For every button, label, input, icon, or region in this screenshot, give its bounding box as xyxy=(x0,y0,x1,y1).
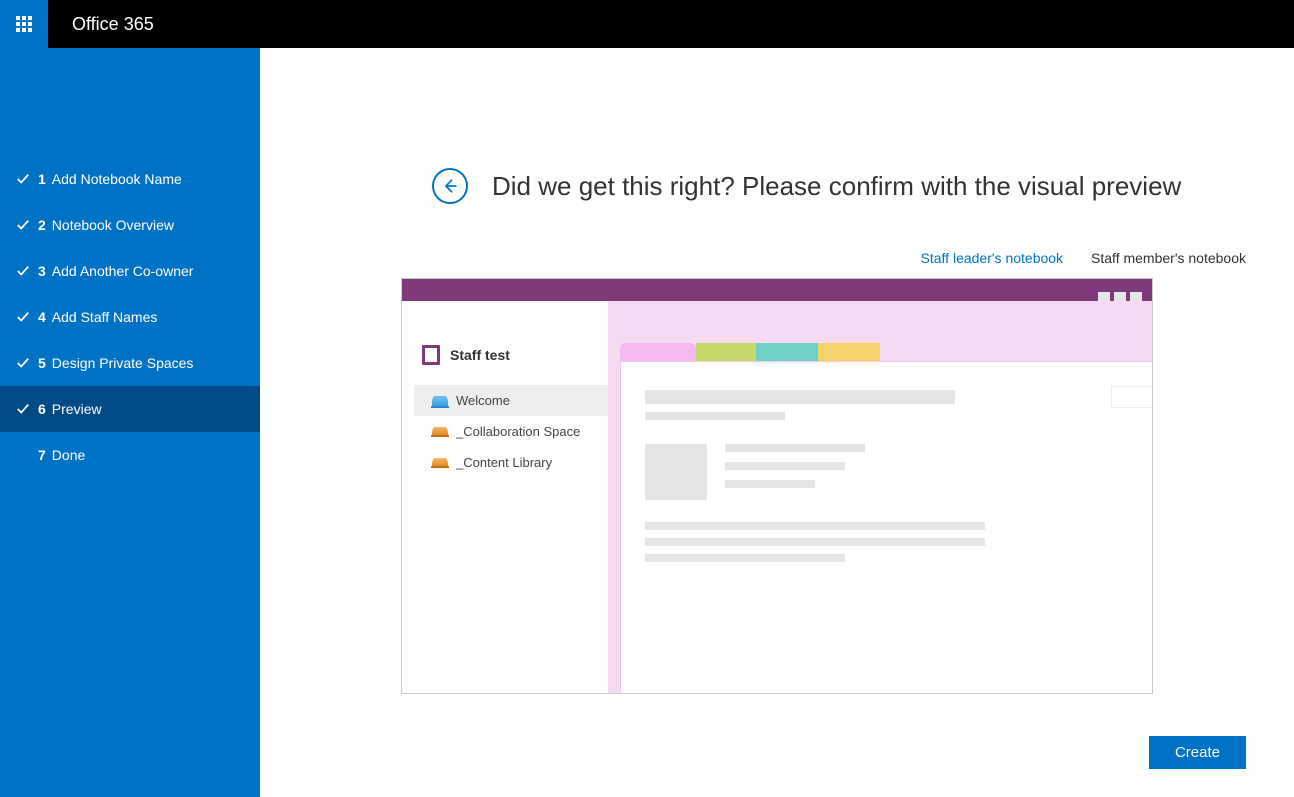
step-label: Design Private Spaces xyxy=(52,355,194,371)
tab-staff-member[interactable]: Staff member's notebook xyxy=(1091,250,1246,266)
step-label: Add Notebook Name xyxy=(52,171,182,187)
page-heading: Did we get this right? Please confirm wi… xyxy=(492,171,1181,202)
main-content: Did we get this right? Please confirm wi… xyxy=(260,48,1294,797)
notebook-preview: Staff test Welcome _Collaboration Space xyxy=(401,278,1153,694)
notebook-page-preview xyxy=(608,301,1152,693)
section-label: _Content Library xyxy=(456,455,552,470)
check-icon xyxy=(14,400,32,418)
preview-tabs: Staff leader's notebook Staff member's n… xyxy=(308,250,1246,266)
placeholder-image xyxy=(645,444,707,500)
wizard-sidebar: 1 Add Notebook Name 2 Notebook Overview … xyxy=(0,48,260,797)
folder-tab-icon xyxy=(818,343,880,361)
section-label: Welcome xyxy=(456,393,510,408)
section-icon xyxy=(432,427,448,437)
app-launcher-button[interactable] xyxy=(0,0,48,48)
step-done[interactable]: 7 Done xyxy=(0,432,260,478)
folder-tab-icon xyxy=(696,343,756,361)
brand-title: Office 365 xyxy=(72,14,154,35)
notebook-title-row: Staff test xyxy=(414,341,608,369)
step-label: Add Staff Names xyxy=(52,309,158,325)
check-icon xyxy=(14,446,32,464)
section-icon xyxy=(432,396,448,406)
placeholder-line xyxy=(645,554,845,562)
placeholder-line xyxy=(725,462,845,470)
back-button[interactable] xyxy=(432,168,468,204)
placeholder-line xyxy=(725,480,815,488)
step-label: Add Another Co-owner xyxy=(52,263,194,279)
placeholder-line xyxy=(725,444,865,452)
step-label: Done xyxy=(52,447,85,463)
tab-staff-leader[interactable]: Staff leader's notebook xyxy=(921,250,1064,266)
placeholder-line xyxy=(645,412,785,420)
notebook-nav: Staff test Welcome _Collaboration Space xyxy=(402,301,608,693)
check-icon xyxy=(14,170,32,188)
section-content-library[interactable]: _Content Library xyxy=(414,447,608,478)
step-label: Notebook Overview xyxy=(52,217,174,233)
section-label: _Collaboration Space xyxy=(456,424,580,439)
step-preview[interactable]: 6 Preview xyxy=(0,386,260,432)
arrow-left-icon xyxy=(440,176,460,196)
placeholder-line xyxy=(645,522,985,530)
step-design-private-spaces[interactable]: 5 Design Private Spaces xyxy=(0,340,260,386)
topbar: Office 365 xyxy=(0,0,1294,48)
check-icon xyxy=(14,308,32,326)
create-button[interactable]: Create xyxy=(1149,736,1246,769)
step-add-staff-names[interactable]: 4 Add Staff Names xyxy=(0,294,260,340)
section-welcome[interactable]: Welcome xyxy=(414,385,608,416)
step-label: Preview xyxy=(52,401,102,417)
folder-tab-icon xyxy=(756,343,818,361)
check-icon xyxy=(14,262,32,280)
step-notebook-overview[interactable]: 2 Notebook Overview xyxy=(0,202,260,248)
step-add-co-owner[interactable]: 3 Add Another Co-owner xyxy=(0,248,260,294)
check-icon xyxy=(14,216,32,234)
waffle-icon xyxy=(16,16,32,32)
notebook-title: Staff test xyxy=(450,347,510,363)
placeholder-line xyxy=(645,538,985,546)
section-icon xyxy=(432,458,448,468)
section-collaboration-space[interactable]: _Collaboration Space xyxy=(414,416,608,447)
step-add-notebook-name[interactable]: 1 Add Notebook Name xyxy=(0,156,260,202)
notebook-icon xyxy=(422,345,440,365)
check-icon xyxy=(14,354,32,372)
folder-tab-icon xyxy=(620,343,696,361)
placeholder-line xyxy=(645,390,955,404)
